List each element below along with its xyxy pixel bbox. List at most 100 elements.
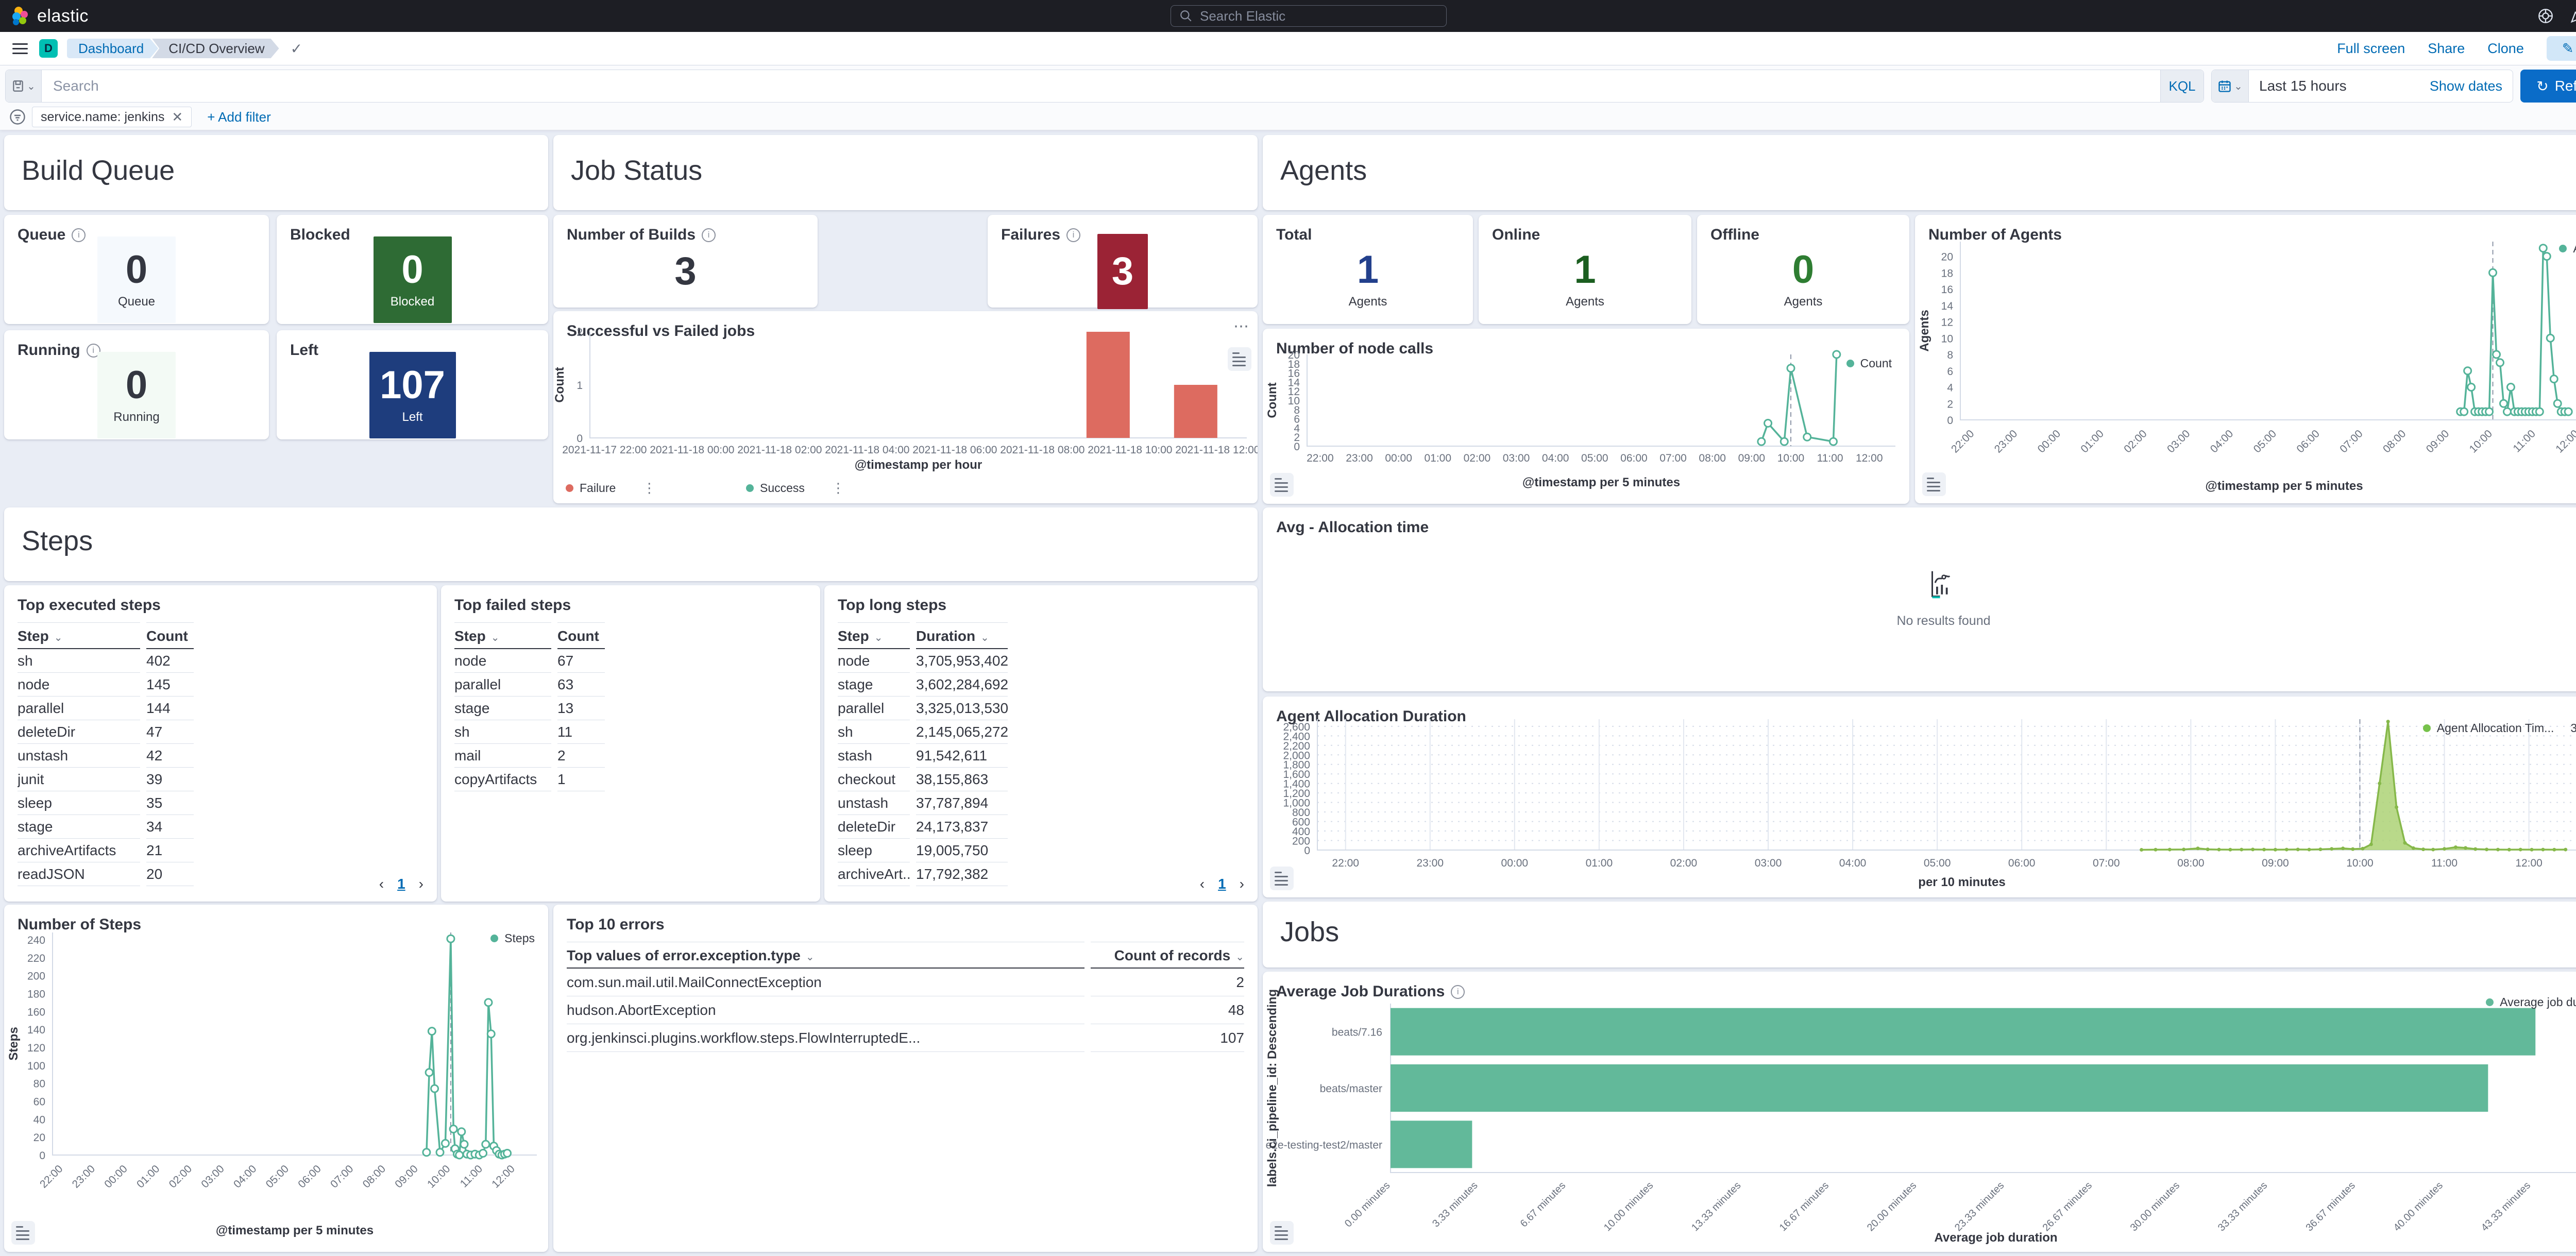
- svg-text:8: 8: [1947, 349, 1953, 361]
- svg-text:08:00: 08:00: [1699, 452, 1726, 464]
- svg-text:22:00: 22:00: [1307, 452, 1334, 464]
- page-number[interactable]: 1: [1218, 876, 1226, 892]
- date-picker[interactable]: ⌄ Last 15 hours Show dates: [2211, 70, 2513, 103]
- legend-toggle-icon[interactable]: [1270, 867, 1294, 890]
- total-agents-panel: Total 1 Agents: [1263, 215, 1473, 324]
- column-header[interactable]: Count⌄: [557, 622, 605, 649]
- legend-dot: [746, 484, 754, 492]
- newsfeed-icon[interactable]: [2569, 7, 2576, 25]
- table-cell: node: [454, 649, 551, 673]
- successful-vs-failed-jobs-chart[interactable]: 0122021-11-17 22:002021-11-18 00:002021-…: [553, 311, 1258, 476]
- column-header[interactable]: Count of records⌄: [1091, 942, 1244, 969]
- chart-legend[interactable]: Agents: [2559, 242, 2576, 256]
- full-screen-link[interactable]: Full screen: [2337, 41, 2405, 57]
- number-of-steps-chart[interactable]: 02040608010012014016018020022024022:0023…: [4, 905, 548, 1252]
- legend-actions-icon[interactable]: ⋮: [832, 480, 845, 496]
- kql-button[interactable]: KQL: [2160, 70, 2204, 102]
- svg-text:@timestamp per 5 minutes: @timestamp per 5 minutes: [216, 1224, 374, 1237]
- table-cell: 2: [557, 744, 605, 768]
- add-filter-link[interactable]: + Add filter: [207, 109, 271, 125]
- svg-text:23:00: 23:00: [1416, 857, 1444, 869]
- metric-value: 1: [1574, 250, 1596, 290]
- refresh-button[interactable]: ↻ Refresh: [2520, 70, 2576, 103]
- next-page-icon[interactable]: ›: [419, 876, 423, 892]
- menu-icon[interactable]: [12, 43, 28, 54]
- clone-link[interactable]: Clone: [2487, 41, 2524, 57]
- svg-text:03:00: 03:00: [199, 1163, 226, 1190]
- share-link[interactable]: Share: [2428, 41, 2465, 57]
- svg-text:05:00: 05:00: [2251, 428, 2279, 455]
- chart-legend[interactable]: Average job duration: [2486, 995, 2576, 1009]
- svg-text:0: 0: [1947, 415, 1953, 427]
- column-header[interactable]: Count⌄: [146, 622, 194, 649]
- table-cell: 37,787,894: [916, 791, 1008, 815]
- column-header[interactable]: Step⌄: [454, 622, 551, 649]
- saved-query-menu-button[interactable]: ⌄: [6, 70, 42, 102]
- metric-box: 0 Blocked: [374, 236, 452, 323]
- table-cell: parallel: [18, 697, 140, 720]
- svg-text:10:00: 10:00: [2346, 857, 2374, 869]
- number-of-agents-chart[interactable]: 0246810121416182022:0023:0000:0001:0002:…: [1915, 215, 2576, 503]
- elastic-logo[interactable]: elastic: [10, 6, 89, 26]
- svg-text:07:00: 07:00: [2337, 428, 2365, 455]
- agent-allocation-duration-panel: Agent Allocation Duration 02004006008001…: [1263, 697, 2576, 897]
- prev-page-icon[interactable]: ‹: [379, 876, 384, 892]
- chart-legend[interactable]: Steps: [490, 931, 535, 945]
- svg-text:06:00: 06:00: [2294, 428, 2321, 455]
- filter-options-icon[interactable]: [8, 108, 27, 126]
- show-dates-link[interactable]: Show dates: [2430, 78, 2513, 94]
- table-row: stage3,602,284,692: [838, 673, 1008, 697]
- filter-pill[interactable]: service.name: jenkins ✕: [32, 107, 192, 127]
- legend-toggle-icon[interactable]: [1270, 473, 1294, 497]
- table-cell: org.jenkinsci.plugins.workflow.steps.Flo…: [567, 1024, 1084, 1052]
- remove-filter-icon[interactable]: ✕: [172, 109, 183, 125]
- metric-value: 1: [1357, 250, 1379, 290]
- filter-bar: service.name: jenkins ✕ + Add filter: [0, 104, 2576, 130]
- column-header[interactable]: Step⌄: [18, 622, 140, 649]
- average-job-durations-chart[interactable]: beats/7.16beats/mastere2e-testing-test2/…: [1263, 972, 2576, 1252]
- next-page-icon[interactable]: ›: [1240, 876, 1244, 892]
- legend-item-success[interactable]: Success ⋮: [746, 480, 926, 496]
- search-input[interactable]: ⌄ Search KQL: [5, 70, 2204, 103]
- svg-text:10:00: 10:00: [1777, 452, 1805, 464]
- chart-legend[interactable]: Agent Allocation Tim... 33.611: [2423, 721, 2576, 735]
- svg-text:10:00: 10:00: [425, 1163, 452, 1190]
- edit-button[interactable]: ✎ Edit: [2547, 36, 2576, 61]
- global-search-input[interactable]: Search Elastic: [1171, 5, 1447, 27]
- table-row: junit39: [18, 768, 194, 791]
- dashboard-app-icon[interactable]: D: [39, 39, 58, 58]
- help-icon[interactable]: [2537, 7, 2554, 25]
- job-status-header-panel: Job Status: [553, 135, 1258, 210]
- table-cell: 67: [557, 649, 605, 673]
- legend-actions-icon[interactable]: ⋮: [642, 480, 656, 496]
- column-header[interactable]: Top values of error.exception.type⌄: [567, 942, 1084, 969]
- date-quick-menu-button[interactable]: ⌄: [2212, 70, 2249, 102]
- legend-toggle-icon[interactable]: [1270, 1221, 1294, 1245]
- svg-text:240: 240: [27, 935, 45, 946]
- number-of-node-calls-chart[interactable]: 0246810121416182022:0023:0000:0001:0002:…: [1263, 329, 1909, 504]
- page-number[interactable]: 1: [397, 876, 405, 892]
- svg-text:@timestamp per 5 minutes: @timestamp per 5 minutes: [1522, 476, 1680, 489]
- prev-page-icon[interactable]: ‹: [1200, 876, 1205, 892]
- table-row: org.jenkinsci.plugins.workflow.steps.Flo…: [567, 1024, 1244, 1052]
- svg-text:labels.ci_pipeline_id: Descend: labels.ci_pipeline_id: Descending: [1265, 989, 1279, 1187]
- chart-legend[interactable]: Count: [1846, 357, 1892, 370]
- sort-chevron-icon: ⌄: [806, 952, 815, 963]
- agent-allocation-duration-chart[interactable]: 02004006008001,0001,2001,4001,6001,8002,…: [1263, 697, 2576, 897]
- table-cell: 1: [557, 768, 605, 791]
- table-cell: 145: [146, 673, 194, 697]
- svg-text:04:00: 04:00: [1839, 857, 1867, 869]
- legend-toggle-icon[interactable]: [11, 1221, 35, 1245]
- column-header[interactable]: Step⌄: [838, 622, 910, 649]
- svg-text:3.33 minutes: 3.33 minutes: [1430, 1180, 1480, 1230]
- breadcrumb-dashboard[interactable]: Dashboard: [67, 39, 158, 58]
- table-cell: sleep: [838, 839, 910, 862]
- svg-text:40.00 minutes: 40.00 minutes: [2392, 1180, 2445, 1233]
- legend-item-failure[interactable]: Failure ⋮: [566, 480, 746, 496]
- legend-toggle-icon[interactable]: [1922, 472, 1946, 496]
- metric-value: 0: [126, 366, 147, 405]
- chevron-down-icon: ⌄: [2234, 80, 2243, 93]
- metric-label: Queue: [118, 295, 155, 309]
- column-header[interactable]: Duration⌄: [916, 622, 1008, 649]
- metric-value: 0: [1792, 250, 1814, 290]
